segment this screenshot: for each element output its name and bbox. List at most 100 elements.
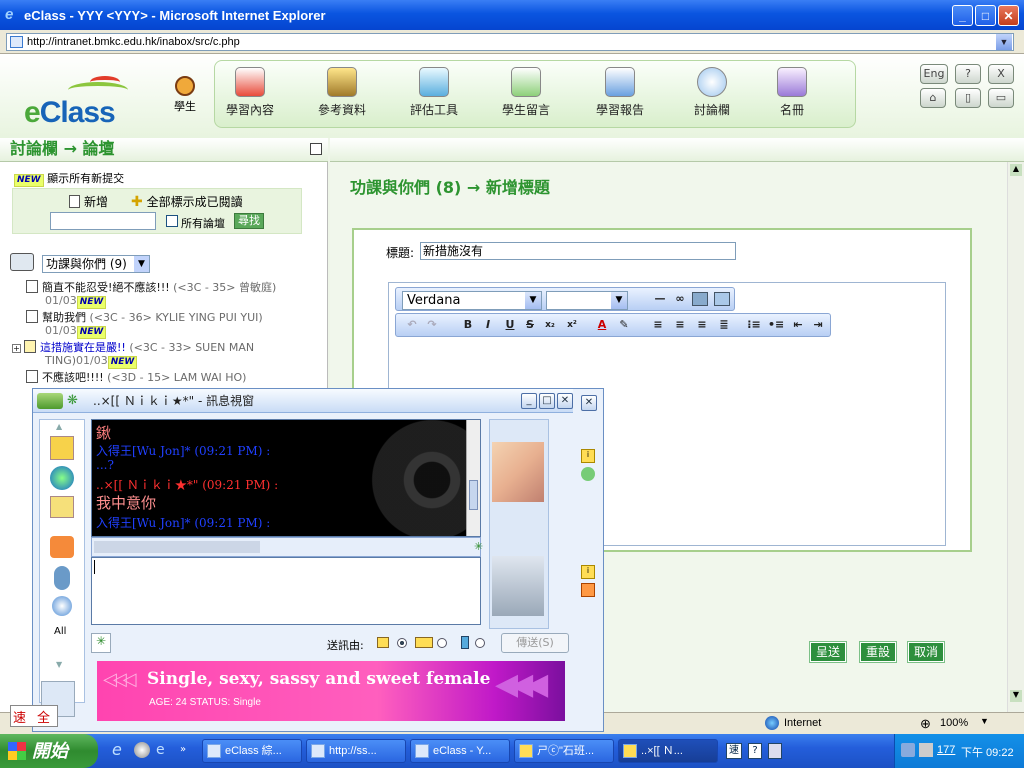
nav-learning-content[interactable]: 學習內容 [215,67,285,118]
minimize-button[interactable]: _ [952,5,973,26]
nav-learning-report[interactable]: 學習報告 [585,67,655,118]
chat-scrollbar[interactable] [466,420,480,536]
ie-quicklaunch-icon-2[interactable]: e [156,742,172,758]
window-icon[interactable]: ▭ [988,88,1014,108]
underline-icon[interactable]: U [502,318,518,332]
font-color-icon[interactable]: A [594,318,610,332]
outdent-icon[interactable]: ⇤ [790,318,806,332]
subject-input[interactable]: 新措施沒有 [420,242,736,260]
multi-im-radio[interactable] [437,638,447,648]
chat-history[interactable]: 鍬 入得王[Wu Jon]* (09:21 PM) : ...? ..×[[ Ｎ… [91,419,481,537]
keyboard-tray-icon[interactable] [768,743,782,759]
cancel-button[interactable]: 取消 [907,641,945,663]
address-dropdown-icon[interactable]: ▼ [996,34,1012,50]
forum-search-input[interactable] [50,212,156,230]
behind-window-close-button[interactable]: ✕ [581,395,597,411]
zoom-label[interactable]: 100% [940,717,968,729]
address-input[interactable]: http://intranet.bmkc.edu.hk/inabox/src/c… [6,33,1014,51]
notepad-icon[interactable] [50,436,74,460]
task-http[interactable]: http://ss... [306,739,406,763]
subscript-icon[interactable]: x₂ [542,318,558,332]
info-icon[interactable]: i [581,565,595,579]
chevron-down-icon[interactable]: ▼ [980,716,989,726]
align-center-icon[interactable]: ≡ [672,318,688,332]
chat-bubbles-icon[interactable] [50,496,74,518]
user-avatar[interactable] [492,556,544,616]
ordered-list-icon[interactable]: ⁝≡ [746,318,762,332]
all-forums-checkbox[interactable] [166,215,178,227]
network-icon[interactable] [901,743,915,757]
task-eclass-1[interactable]: eClass 綜... [202,739,302,763]
student-role[interactable]: 學生 [170,76,200,114]
scroll-down-icon[interactable]: ▼ [1010,690,1022,702]
all-label[interactable]: All [54,626,66,637]
help-tray-icon[interactable]: ? [748,743,762,759]
help-button[interactable]: ? [955,64,981,84]
chevron-down-icon[interactable]: ▼ [611,292,627,309]
task-class[interactable]: ㄕⓒ"石班... [514,739,614,763]
task-chat[interactable]: ..×[[ Ｎ... [618,739,718,763]
home-icon[interactable]: ⌂ [920,88,946,108]
image-icon[interactable] [692,292,708,306]
gift-icon[interactable] [50,536,74,558]
settings-icon[interactable] [581,583,595,597]
maximize-button[interactable]: □ [975,5,996,26]
ime-indicator[interactable]: 速 全 [10,705,58,727]
nav-roster[interactable]: 名冊 [757,67,827,118]
ie-quicklaunch-icon[interactable]: e [112,742,128,758]
show-all-new[interactable]: NEW 顯示所有新提交 [14,170,124,187]
send-button[interactable]: 傳送(S) [501,633,569,653]
bookmark-icon[interactable]: ▯ [955,88,981,108]
post-item[interactable]: 幫助我們 (<3C - 36> KYLIE YING PUI YUI) [26,309,263,325]
media-player-icon[interactable] [134,742,150,758]
link-icon[interactable]: ∞ [672,292,688,306]
webcam-icon[interactable] [52,596,72,616]
align-left-icon[interactable]: ≡ [650,318,666,332]
italic-icon[interactable]: I [480,318,496,332]
post-item[interactable]: 簡直不能忍受!絕不應該!!! (<3C - 35> 曾敏庭) [26,279,276,295]
quicklaunch-more-icon[interactable]: » [180,744,186,755]
chat-input-field[interactable] [91,557,481,625]
expand-icon[interactable]: + [12,344,21,353]
table-icon[interactable] [714,292,730,306]
mark-all-read-button[interactable]: ✚ 全部標示成已閱讀 [131,193,243,210]
horizontal-rule-icon[interactable]: — [652,292,668,306]
chevron-down-icon[interactable]: ▼ [525,292,541,309]
start-button[interactable]: 開始 [0,734,98,768]
contact-icon[interactable] [581,467,595,481]
submit-button[interactable]: 呈送 [809,641,847,663]
strikethrough-icon[interactable]: S [522,318,538,332]
post-item[interactable]: 不應該吧!!!! (<3D - 15> LAM WAI HO) [26,369,246,385]
scroll-up-icon[interactable]: ▲ [1010,164,1022,176]
nudge-button[interactable]: ✳ [91,633,111,653]
indent-icon[interactable]: ⇥ [810,318,826,332]
unordered-list-icon[interactable]: •≡ [768,318,784,332]
forum-select[interactable]: 功課與你們 (9) ▼ [42,255,150,273]
chat-close-button[interactable]: ✕ [557,393,573,409]
ime-speed-label[interactable]: 速 [13,707,26,726]
post-item[interactable]: + 這措施實在是嚴!! (<3C - 33> SUEN MAN [12,339,254,355]
nudge-icon[interactable]: ✳ [474,540,483,553]
scroll-thumb[interactable] [469,480,478,510]
undo-icon[interactable]: ↶ [404,318,420,332]
font-family-select[interactable]: Verdana ▼ [402,291,542,310]
ime-tray-icon[interactable]: 速 [726,743,742,759]
nav-forum[interactable]: 討論欄 [677,67,747,118]
volume-icon[interactable] [919,743,933,757]
mobile-radio[interactable] [475,638,485,648]
close-button[interactable]: ✕ [998,5,1019,26]
info-icon[interactable]: i [581,449,595,463]
scroll-up-icon[interactable]: ▲ [56,422,62,431]
scroll-down-icon[interactable]: ▼ [56,660,62,669]
reset-button[interactable]: 重設 [859,641,897,663]
clock[interactable]: 下午 09:22 [961,744,1014,760]
english-button[interactable]: Eng [920,64,948,84]
font-size-select[interactable]: ▼ [546,291,628,310]
microphone-icon[interactable] [54,566,70,590]
nav-assessment[interactable]: 評估工具 [399,67,469,118]
task-eclass-2[interactable]: eClass - Y... [410,739,510,763]
tray-number[interactable]: 177 [937,744,955,756]
nav-student-message[interactable]: 學生留言 [491,67,561,118]
globe-icon[interactable] [50,466,74,490]
highlight-icon[interactable]: ✎ [616,318,632,332]
